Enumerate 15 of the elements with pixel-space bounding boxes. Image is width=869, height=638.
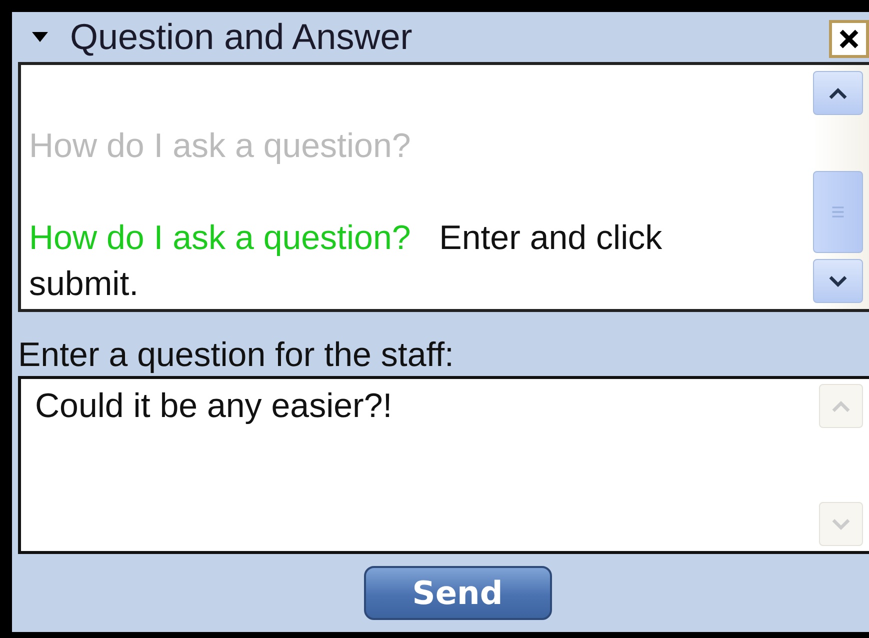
panel-title: Question and Answer [70,16,414,58]
chevron-up-icon [830,400,852,412]
grip-icon [830,204,846,220]
message-text: How do I ask a question? Enter and click submit. [29,218,664,305]
close-icon [838,28,860,50]
chevron-down-icon [827,274,849,288]
message-text: How do I ask a question? [29,126,411,167]
question-label: Enter a question for the staff: [18,336,455,376]
scroll-thumb[interactable] [813,171,863,253]
send-button[interactable]: Send [364,566,552,620]
close-button[interactable] [829,20,869,58]
chevron-up-icon [827,86,849,100]
scroll-down-button[interactable] [813,259,863,303]
scroll-up-button[interactable] [813,71,863,115]
chevron-down-icon [830,518,852,530]
